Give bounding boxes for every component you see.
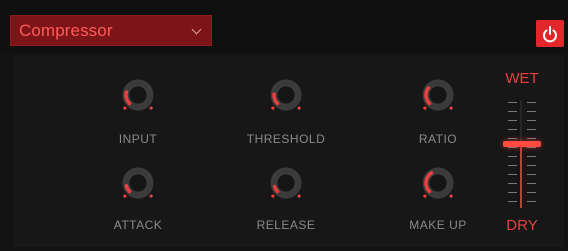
slider-tick (508, 120, 517, 121)
ratio-label: RATIO (418, 132, 458, 146)
slider-tick (527, 138, 536, 139)
chevron-down-icon (191, 24, 202, 35)
dry-wet-slider[interactable] (500, 98, 544, 208)
slider-tick (527, 165, 536, 166)
input-label: INPUT (118, 132, 158, 146)
knob-graphic (270, 167, 302, 199)
dry-label: DRY (506, 217, 538, 234)
slider-handle[interactable] (503, 141, 541, 147)
slider-tick (508, 183, 517, 184)
wet-label: WET (505, 70, 539, 87)
compressor-plugin: Compressor INPUT THRESHOLD RATIO ATTACK … (0, 0, 568, 251)
slider-tick (508, 129, 517, 130)
slider-tick (508, 147, 517, 148)
slider-tick (527, 111, 536, 112)
slider-tick (527, 192, 536, 193)
power-button[interactable] (536, 20, 564, 47)
slider-tick (508, 111, 517, 112)
release-knob[interactable] (266, 165, 306, 205)
slider-tick (527, 129, 536, 130)
slider-tick (527, 102, 536, 103)
attack-knob[interactable] (118, 165, 158, 205)
input-knob[interactable] (118, 77, 158, 117)
slider-tick (508, 156, 517, 157)
slider-tick (527, 120, 536, 121)
knob-graphic (122, 167, 154, 199)
preset-dropdown[interactable]: Compressor (10, 15, 212, 46)
power-icon (543, 26, 557, 43)
ratio-knob[interactable] (418, 77, 458, 117)
knob-graphic (270, 79, 302, 111)
slider-tick (508, 138, 517, 139)
threshold-label: THRESHOLD (246, 132, 326, 146)
slider-tick (527, 183, 536, 184)
knob-graphic (422, 79, 454, 111)
slider-tick (527, 174, 536, 175)
knob-graphic (122, 79, 154, 111)
knob-graphic (422, 167, 454, 199)
slider-tick (508, 102, 517, 103)
slider-tick (508, 201, 517, 202)
slider-tick (527, 156, 536, 157)
makeup-label: MAKE UP (409, 218, 467, 232)
slider-tick (508, 192, 517, 193)
release-label: RELEASE (256, 218, 316, 232)
slider-tick (527, 147, 536, 148)
slider-tick (527, 201, 536, 202)
slider-tick (508, 165, 517, 166)
slider-tick (508, 174, 517, 175)
threshold-knob[interactable] (266, 77, 306, 117)
slider-fill (520, 144, 522, 208)
makeup-knob[interactable] (418, 165, 458, 205)
plugin-header: Compressor (0, 0, 568, 52)
attack-label: ATTACK (113, 218, 163, 232)
preset-label: Compressor (19, 20, 113, 40)
